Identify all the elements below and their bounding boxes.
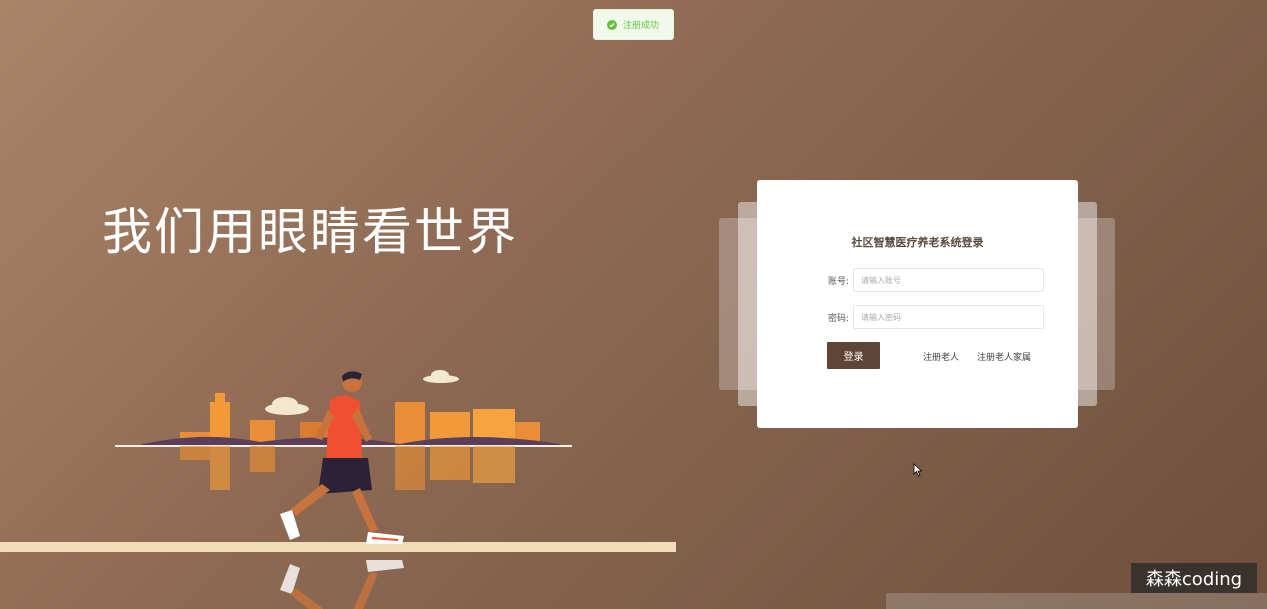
hero-slogan: 我们用眼睛看世界 <box>102 203 518 261</box>
toast-text: 注册成功 <box>623 21 660 31</box>
login-title: 社区智慧医疗养老系统登录 <box>851 236 984 249</box>
bottom-strip <box>886 593 1267 609</box>
account-input[interactable] <box>853 268 1044 292</box>
register-elder-link[interactable]: 注册老人 <box>923 350 959 363</box>
check-circle-icon <box>607 19 617 30</box>
login-button[interactable]: 登录 <box>827 342 880 369</box>
watermark: 森森coding <box>1131 563 1257 593</box>
success-toast: 注册成功 <box>593 9 674 40</box>
password-input[interactable] <box>853 305 1044 329</box>
register-family-link[interactable]: 注册老人家属 <box>977 350 1031 363</box>
login-card: 社区智慧医疗养老系统登录 账号: 密码: 登录 注册老人 注册老人家属 <box>757 180 1078 428</box>
mouse-cursor-icon <box>913 463 923 477</box>
account-label: 账号: <box>827 277 849 287</box>
password-label: 密码: <box>827 314 849 324</box>
runner-city-illustration <box>0 370 676 609</box>
